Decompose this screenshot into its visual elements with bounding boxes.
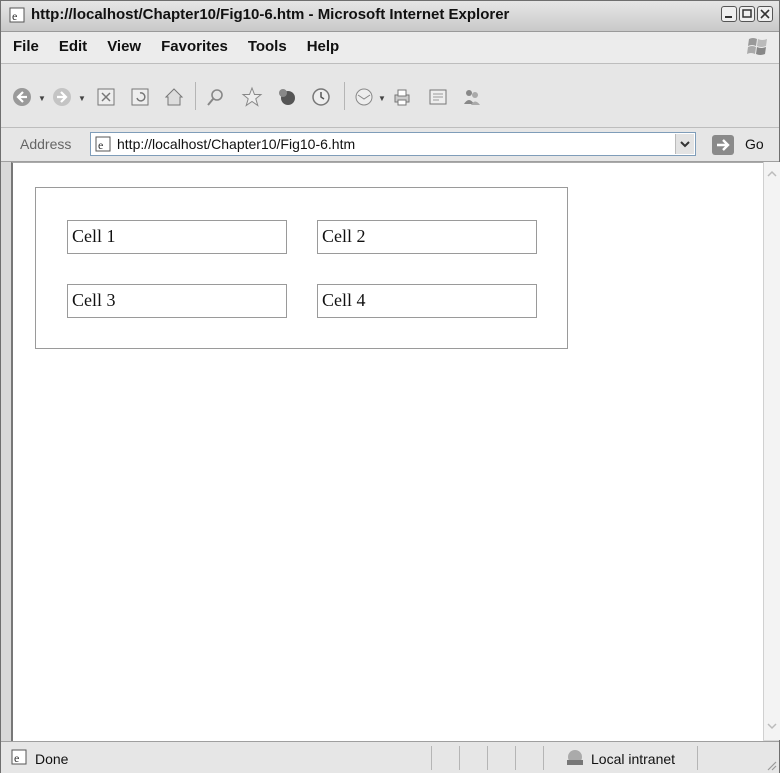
- address-label: Address: [20, 136, 72, 152]
- favorites-icon[interactable]: [241, 86, 263, 108]
- table-cell: Cell 4: [317, 284, 537, 318]
- menu-favorites[interactable]: Favorites: [161, 38, 228, 55]
- status-text: Done: [35, 751, 69, 767]
- back-dropdown-icon[interactable]: ▼: [38, 94, 46, 103]
- media-icon[interactable]: [276, 86, 298, 108]
- browser-window: e http://localhost/Chapter10/Fig10-6.htm…: [0, 0, 780, 773]
- menu-file[interactable]: File: [13, 38, 39, 55]
- address-input[interactable]: e http://localhost/Chapter10/Fig10-6.htm: [90, 132, 696, 156]
- svg-text:e: e: [98, 138, 103, 152]
- page-icon: e: [95, 136, 111, 152]
- history-icon[interactable]: [310, 86, 332, 108]
- menu-tools[interactable]: Tools: [248, 38, 287, 55]
- page-done-icon: e: [11, 749, 27, 765]
- table: Cell 1 Cell 2 Cell 3 Cell 4: [35, 187, 568, 349]
- close-icon: [760, 9, 770, 19]
- resize-grip-icon[interactable]: [765, 759, 777, 771]
- menu-help[interactable]: Help: [307, 38, 340, 55]
- windows-logo-icon: [747, 38, 767, 55]
- address-bar: Address e http://localhost/Chapter10/Fig…: [1, 128, 779, 162]
- maximize-button[interactable]: [739, 6, 755, 22]
- print-icon[interactable]: [391, 86, 413, 108]
- messenger-icon[interactable]: [461, 86, 483, 108]
- menu-bar: File Edit View Favorites Tools Help: [1, 32, 779, 64]
- refresh-icon[interactable]: [129, 86, 151, 108]
- table-cell: Cell 2: [317, 220, 537, 254]
- svg-text:e: e: [14, 751, 19, 765]
- vertical-scrollbar[interactable]: [763, 162, 780, 740]
- stop-icon[interactable]: [95, 86, 117, 108]
- security-zone-label: Local intranet: [591, 751, 676, 767]
- table-cell: Cell 3: [67, 284, 287, 318]
- go-button[interactable]: Go: [745, 136, 764, 152]
- window-title: http://localhost/Chapter10/Fig10-6.htm -…: [31, 6, 510, 23]
- title-bar: e http://localhost/Chapter10/Fig10-6.htm…: [1, 1, 779, 32]
- table-cell: Cell 1: [67, 220, 287, 254]
- address-dropdown[interactable]: [675, 134, 694, 154]
- address-url[interactable]: http://localhost/Chapter10/Fig10-6.htm: [117, 136, 355, 152]
- menu-edit[interactable]: Edit: [59, 38, 87, 55]
- scroll-up-icon[interactable]: [766, 168, 778, 180]
- mail-icon[interactable]: [353, 86, 375, 108]
- go-arrow-icon[interactable]: [711, 134, 735, 156]
- scroll-down-icon[interactable]: [766, 720, 778, 732]
- home-icon[interactable]: [163, 86, 185, 108]
- close-button[interactable]: [757, 6, 773, 22]
- forward-dropdown-icon[interactable]: ▼: [78, 94, 86, 103]
- search-icon[interactable]: [205, 86, 227, 108]
- intranet-zone-icon: [567, 750, 583, 765]
- back-icon[interactable]: [11, 86, 33, 108]
- menu-view[interactable]: View: [107, 38, 141, 55]
- chevron-down-icon: [680, 141, 690, 148]
- ie-page-icon: e: [9, 7, 25, 23]
- svg-text:e: e: [12, 9, 17, 23]
- mail-dropdown-icon[interactable]: ▼: [378, 94, 386, 103]
- status-bar: e Done Local intranet: [1, 741, 779, 773]
- edit-icon[interactable]: [427, 86, 449, 108]
- minimize-button[interactable]: [721, 6, 737, 22]
- maximize-icon: [742, 9, 752, 18]
- forward-icon[interactable]: [51, 86, 73, 108]
- toolbar: ▼ ▼ ▼: [1, 64, 779, 128]
- page-content: Cell 1 Cell 2 Cell 3 Cell 4: [11, 162, 763, 741]
- minimize-icon: [725, 16, 732, 18]
